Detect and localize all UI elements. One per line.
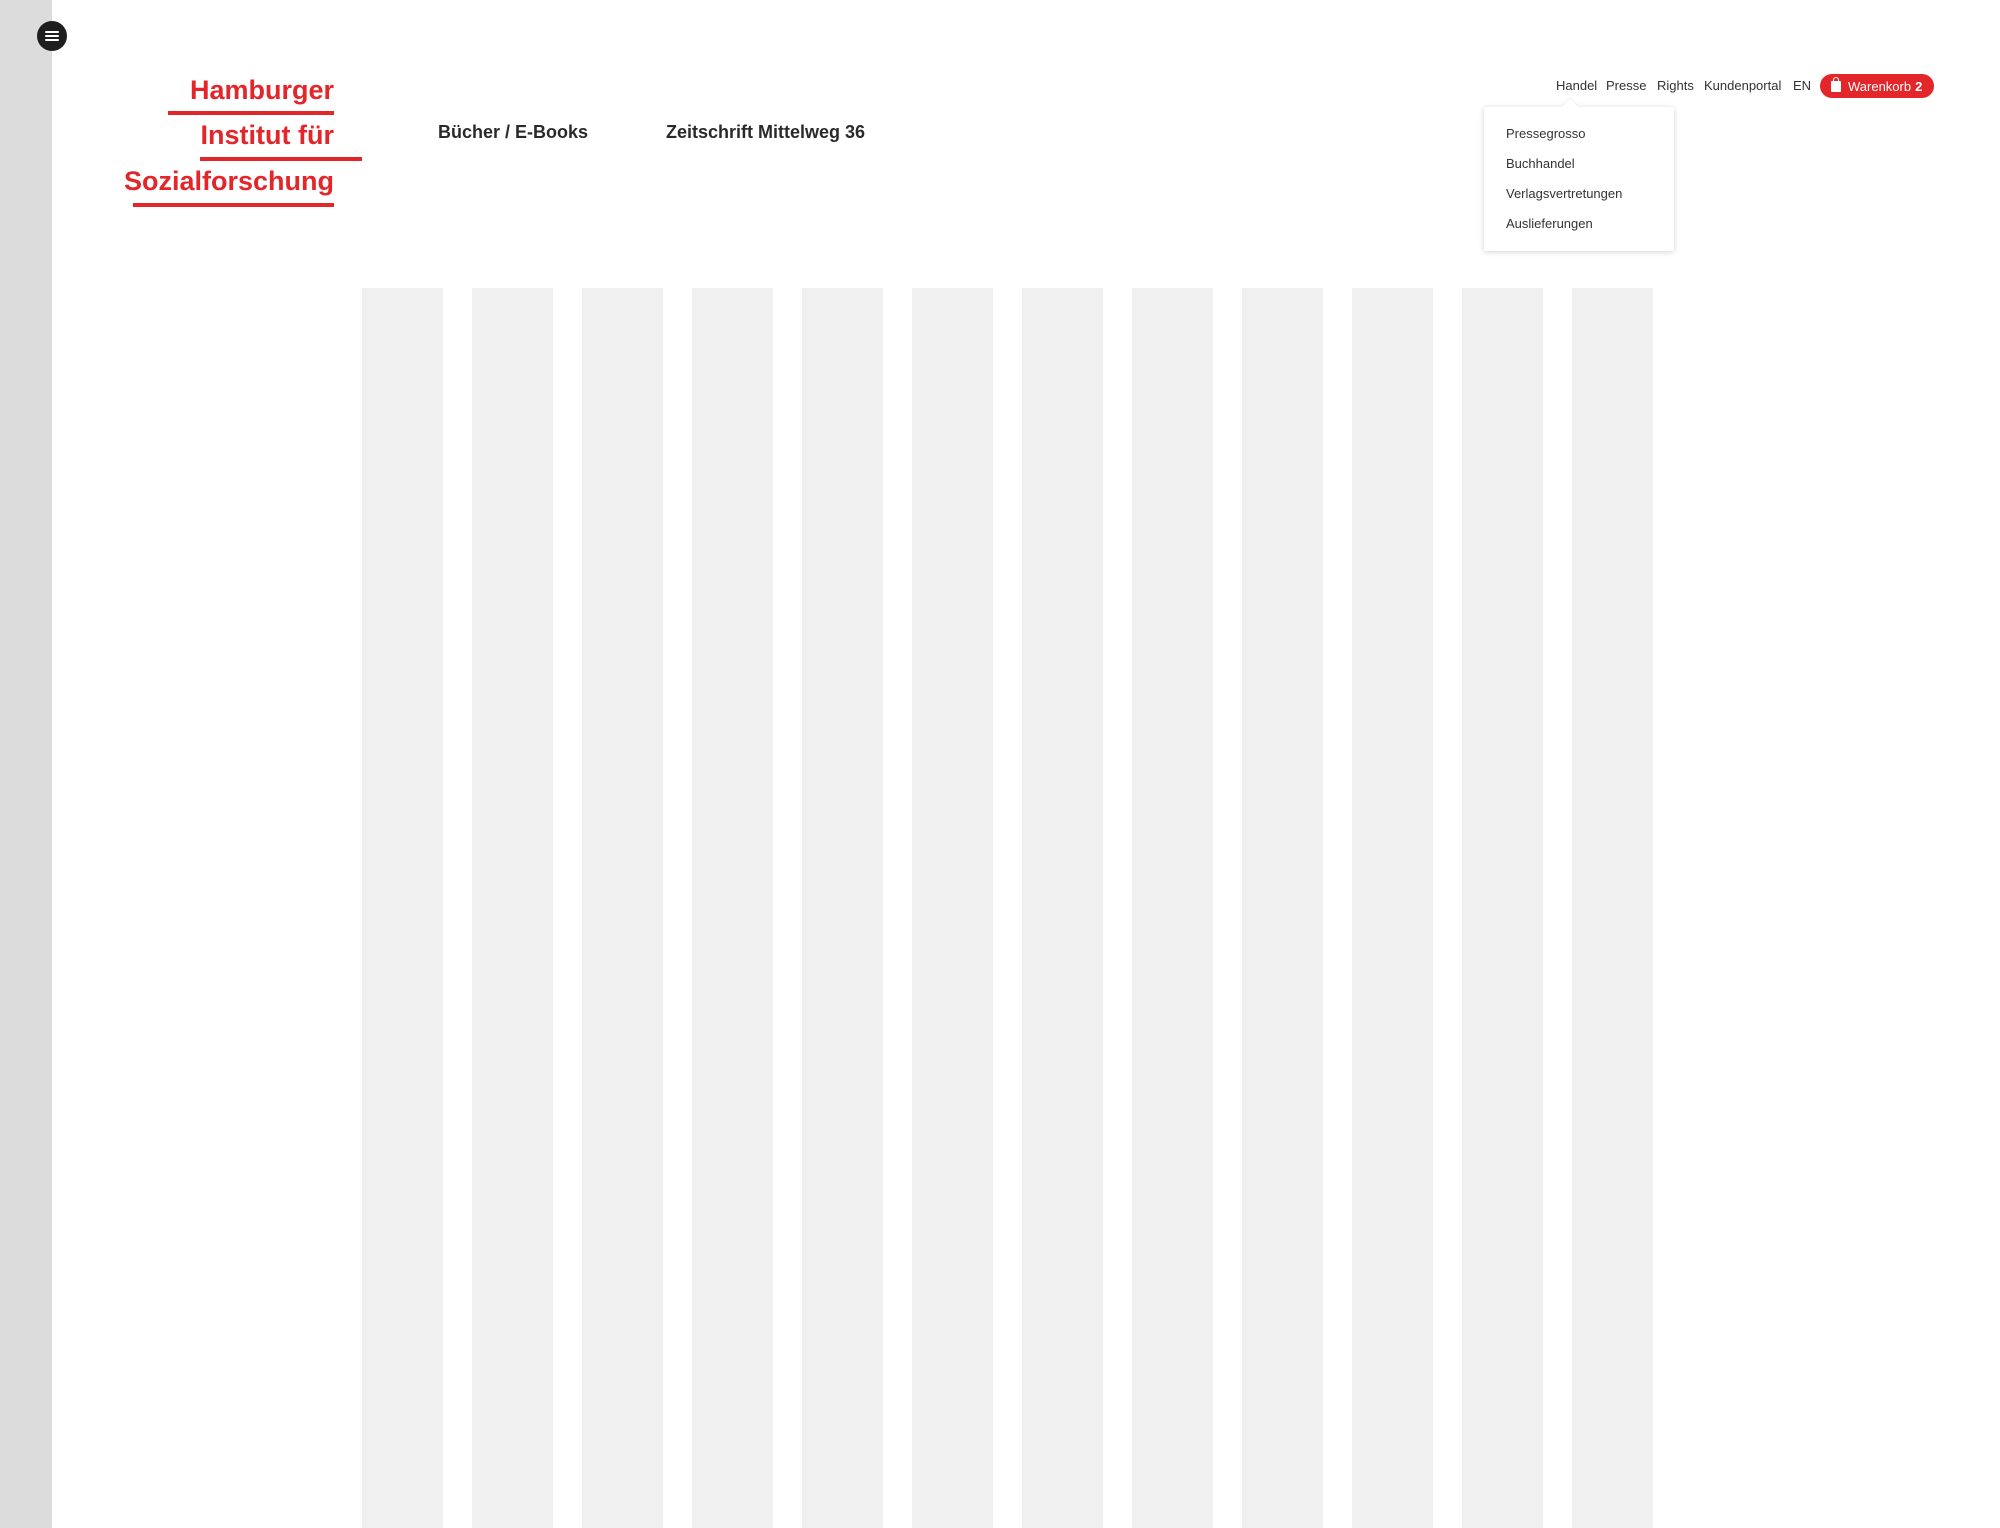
dropdown-item-verlagsvertretungen[interactable]: Verlagsvertretungen	[1506, 186, 1622, 201]
language-switch[interactable]: EN	[1793, 78, 1811, 93]
menu-button[interactable]	[37, 21, 67, 51]
hamburger-menu-icon	[45, 31, 59, 41]
util-link-rights[interactable]: Rights	[1657, 78, 1694, 93]
logo-rule	[133, 203, 334, 207]
nav-link-books[interactable]: Bücher / E-Books	[438, 122, 588, 143]
util-link-kundenportal[interactable]: Kundenportal	[1704, 78, 1781, 93]
grid-placeholder-column	[472, 288, 553, 1528]
grid-placeholder-column	[802, 288, 883, 1528]
grid-placeholder-column	[1352, 288, 1433, 1528]
logo-rule	[168, 111, 334, 115]
grid-placeholder-column	[1462, 288, 1543, 1528]
logo-line-1: Hamburger	[189, 75, 334, 105]
nav-link-journal[interactable]: Zeitschrift Mittelweg 36	[666, 122, 865, 143]
grid-placeholder-column	[362, 288, 443, 1528]
logo-rule	[200, 157, 362, 161]
grid-placeholder-column	[1132, 288, 1213, 1528]
dropdown-item-pressegrosso[interactable]: Pressegrosso	[1506, 126, 1585, 141]
grid-placeholder-column	[1022, 288, 1103, 1528]
cart-count-badge: 2	[1915, 78, 1923, 94]
site-logo[interactable]: Hamburger Institut für Sozialforschung	[124, 72, 365, 212]
grid-placeholder-column	[692, 288, 773, 1528]
util-link-presse[interactable]: Presse	[1606, 78, 1646, 93]
logo-line-2: Institut für	[200, 120, 334, 150]
handel-dropdown-menu: Pressegrosso Buchhandel Verlagsvertretun…	[1484, 107, 1674, 251]
left-sidebar-rail	[0, 0, 52, 1528]
util-link-handel[interactable]: Handel	[1556, 78, 1597, 93]
logo-line-3: Sozialforschung	[123, 166, 334, 196]
dropdown-item-auslieferungen[interactable]: Auslieferungen	[1506, 216, 1593, 231]
cart-button[interactable]: Warenkorb 2	[1820, 74, 1934, 98]
cart-label: Warenkorb	[1848, 78, 1912, 94]
dropdown-item-buchhandel[interactable]: Buchhandel	[1506, 156, 1575, 171]
shopping-bag-icon	[1831, 76, 1841, 92]
grid-placeholder-column	[912, 288, 993, 1528]
grid-placeholder-column	[582, 288, 663, 1528]
grid-placeholder-column	[1242, 288, 1323, 1528]
grid-placeholder-column	[1572, 288, 1653, 1528]
